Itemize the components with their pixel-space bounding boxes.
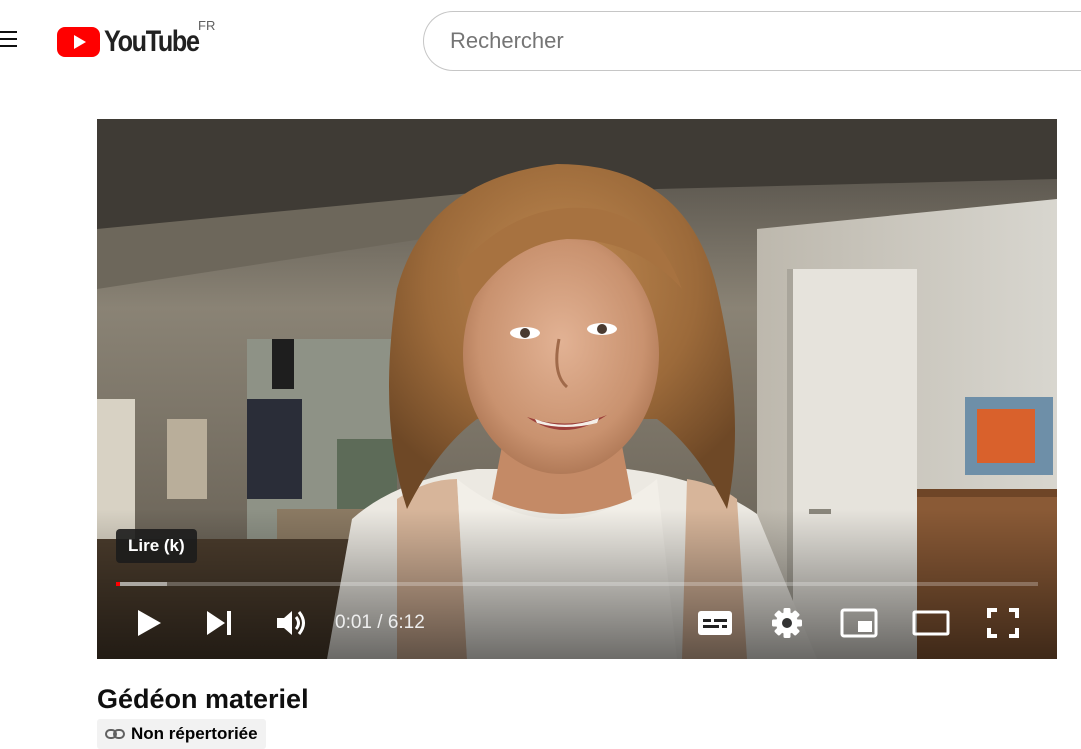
next-icon xyxy=(207,611,231,635)
video-player[interactable]: Lire (k) 0:01 / 6:12 xyxy=(97,119,1057,659)
theater-mode-button[interactable] xyxy=(909,599,953,647)
visibility-label: Non répertoriée xyxy=(131,724,258,743)
next-button[interactable] xyxy=(199,599,239,647)
fullscreen-button[interactable] xyxy=(981,599,1025,647)
menu-icon[interactable] xyxy=(0,28,18,52)
fullscreen-icon xyxy=(987,608,1019,638)
play-icon xyxy=(138,610,161,636)
gear-icon xyxy=(772,608,802,638)
miniplayer-icon xyxy=(840,608,878,638)
subtitles-icon xyxy=(698,611,732,635)
progress-loaded xyxy=(116,582,167,586)
search-input[interactable] xyxy=(448,27,1081,55)
time-display: 0:01 / 6:12 xyxy=(335,612,425,633)
youtube-logo-icon xyxy=(57,27,100,57)
visibility-badge: Non répertoriée xyxy=(97,719,266,749)
progress-played xyxy=(116,582,120,586)
miniplayer-button[interactable] xyxy=(837,599,881,647)
play-tooltip: Lire (k) xyxy=(116,529,197,563)
masthead: YouTube FR xyxy=(0,0,1081,82)
link-icon xyxy=(105,729,125,739)
search-box[interactable] xyxy=(423,11,1081,71)
progress-bar[interactable] xyxy=(116,582,1038,586)
video-title: Gédéon materiel xyxy=(97,684,309,714)
play-button[interactable] xyxy=(129,599,169,647)
volume-button[interactable] xyxy=(269,599,313,647)
country-code: FR xyxy=(198,18,216,33)
volume-icon xyxy=(277,611,305,635)
logo-wordmark: YouTube xyxy=(104,25,200,58)
youtube-logo[interactable]: YouTube xyxy=(57,26,217,58)
subtitles-button[interactable] xyxy=(693,599,737,647)
theater-mode-icon xyxy=(912,610,950,636)
settings-button[interactable] xyxy=(765,599,809,647)
player-controls: 0:01 / 6:12 xyxy=(97,599,1057,647)
